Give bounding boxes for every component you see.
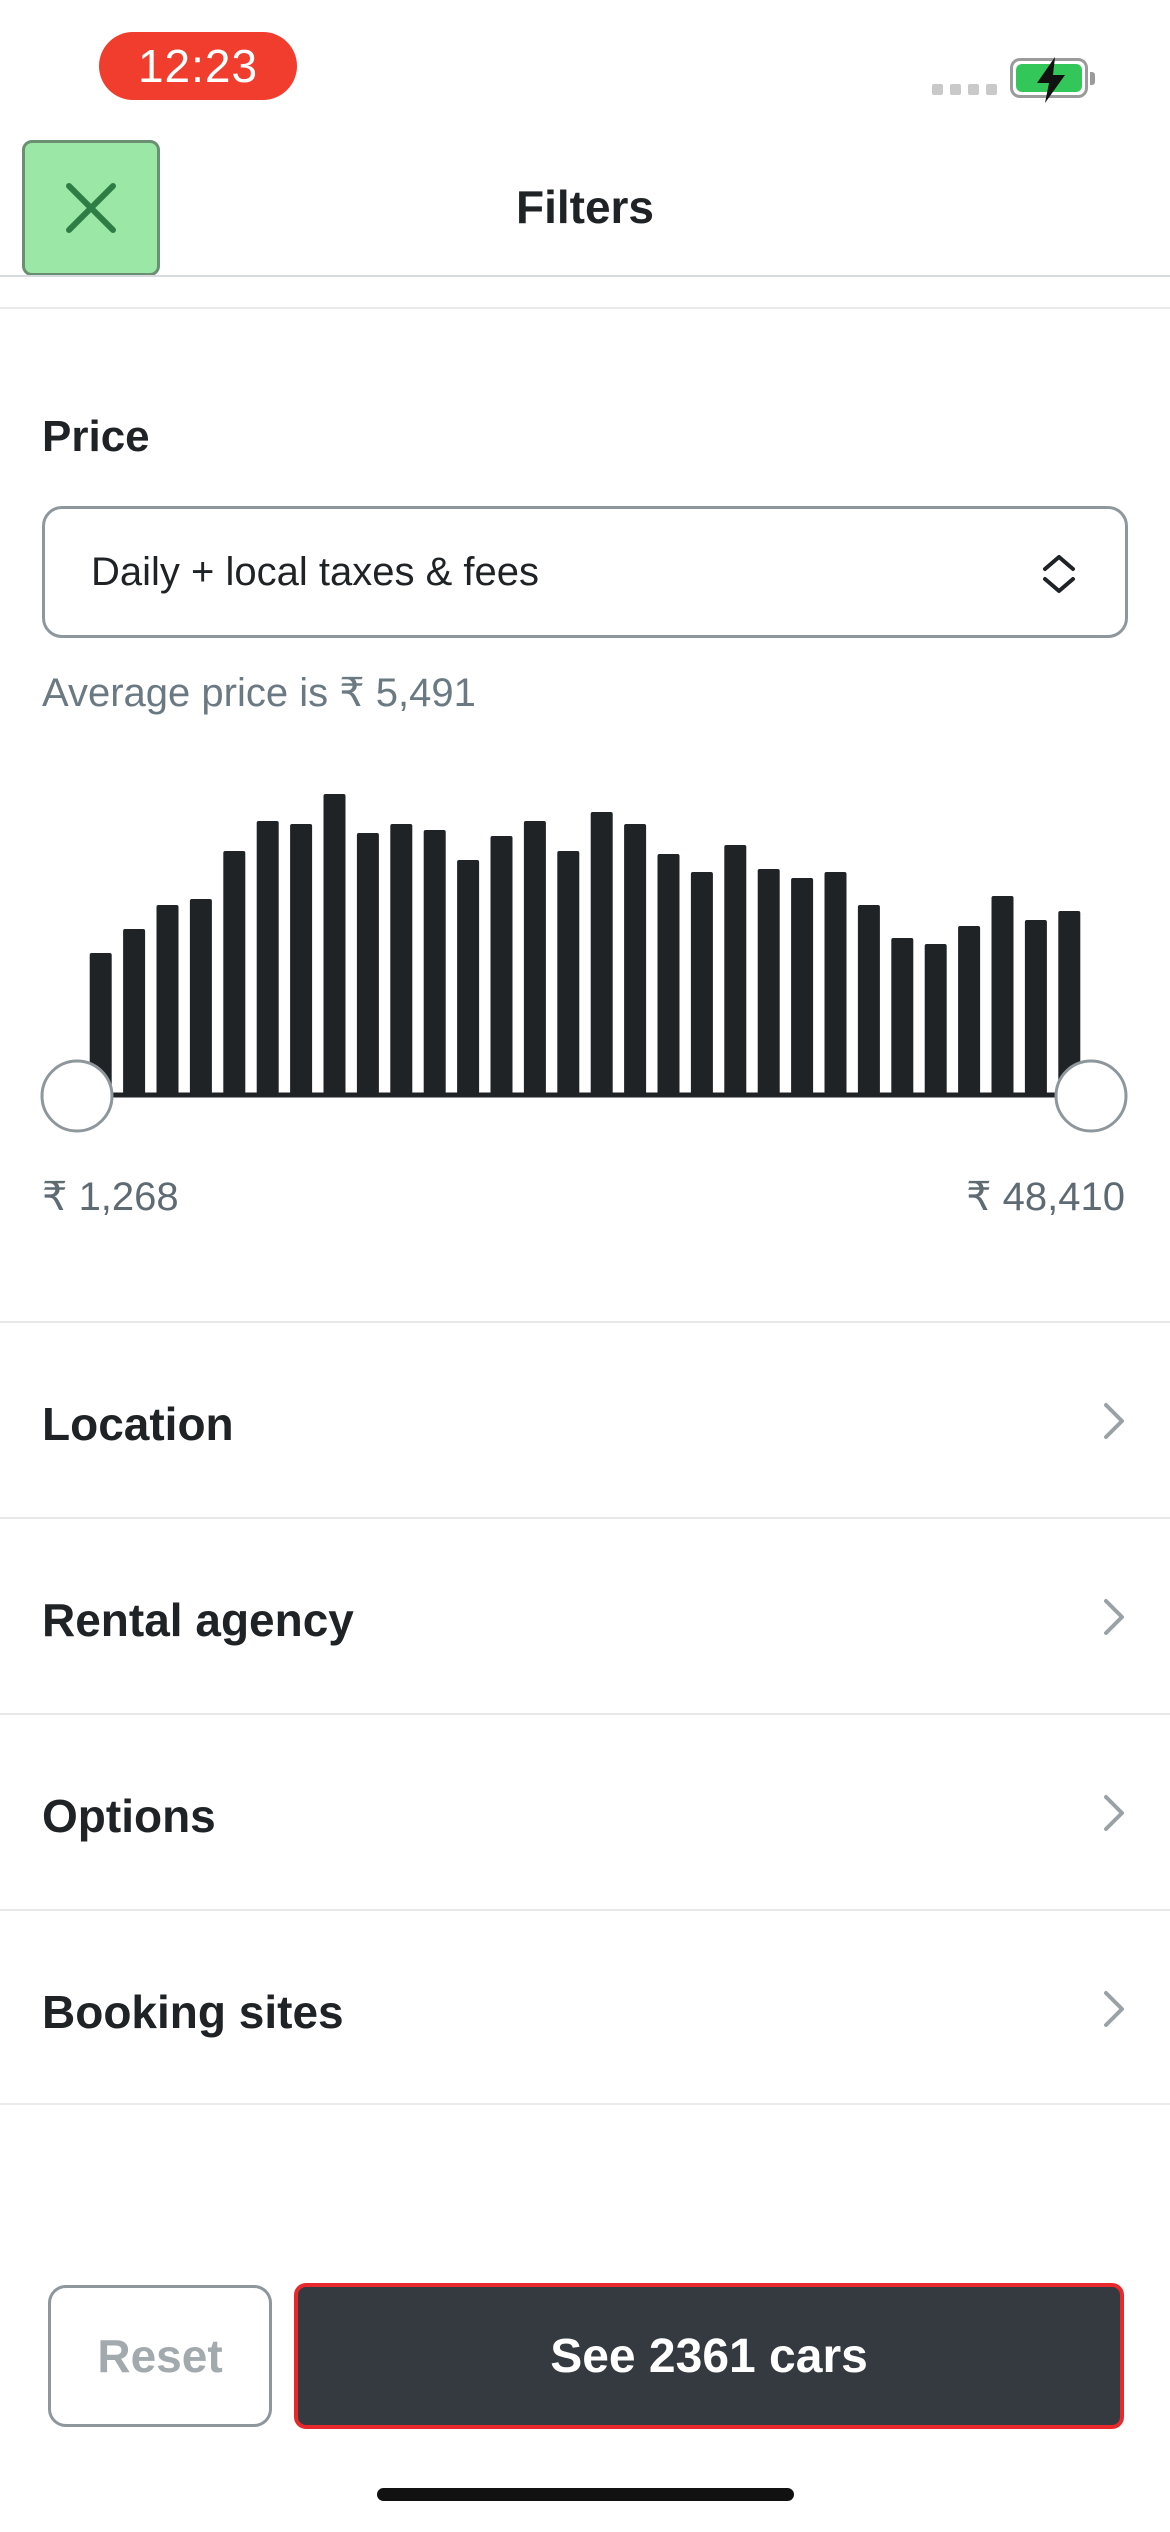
signal-icon xyxy=(932,84,997,95)
histogram-bar xyxy=(557,851,580,1094)
chevron-right-icon xyxy=(1104,1991,1124,2027)
histogram-bar xyxy=(958,926,981,1094)
filter-row-rental-agency[interactable]: Rental agency xyxy=(0,1517,1170,1713)
price-type-select[interactable]: Daily + local taxes & fees xyxy=(42,506,1128,638)
histogram-bar xyxy=(290,824,313,1094)
range-min-handle[interactable] xyxy=(40,1059,114,1133)
histogram-bar xyxy=(390,824,413,1094)
histogram-bar xyxy=(624,824,647,1094)
filter-section-list: Location Rental agency Options Booking s… xyxy=(0,1321,1170,2105)
price-histogram[interactable] xyxy=(0,780,1170,1140)
filter-row-location[interactable]: Location xyxy=(0,1321,1170,1517)
section-divider xyxy=(0,307,1170,309)
chevron-right-icon xyxy=(1104,1795,1124,1831)
histogram-bar xyxy=(356,833,379,1094)
histogram-bar xyxy=(757,869,780,1094)
histogram-bar xyxy=(590,812,613,1094)
histogram-bar xyxy=(1024,920,1047,1094)
histogram-bar xyxy=(891,938,914,1094)
see-results-button[interactable]: See 2361 cars xyxy=(294,2283,1124,2429)
filter-row-label: Booking sites xyxy=(42,1986,344,2038)
histogram-bar xyxy=(156,905,179,1094)
histogram-bar xyxy=(724,845,747,1094)
home-indicator xyxy=(377,2488,794,2501)
reset-button[interactable]: Reset xyxy=(48,2285,272,2427)
filter-row-booking-sites[interactable]: Booking sites xyxy=(0,1909,1170,2105)
histogram-bar xyxy=(490,836,513,1094)
filter-row-options[interactable]: Options xyxy=(0,1713,1170,1909)
histogram-bar xyxy=(256,821,279,1094)
histogram-bar xyxy=(123,929,146,1094)
battery-charging-icon xyxy=(1010,57,1095,103)
histogram-bar xyxy=(924,944,947,1094)
filter-row-label: Options xyxy=(42,1790,216,1842)
histogram-bar xyxy=(857,905,880,1094)
histogram-bar xyxy=(457,860,480,1094)
up-down-chevron-icon xyxy=(1043,555,1075,593)
histogram-bar xyxy=(523,821,546,1094)
chevron-right-icon xyxy=(1104,1403,1124,1439)
average-price: Average price is ₹ 5,491 xyxy=(42,671,476,715)
histogram-bar xyxy=(991,896,1014,1094)
histogram-bar xyxy=(323,794,346,1094)
histogram-bar xyxy=(423,830,446,1094)
histogram-bar xyxy=(189,899,212,1094)
status-time: 12:23 xyxy=(99,32,297,100)
price-section-title: Price xyxy=(42,412,150,461)
histogram-bar xyxy=(223,851,246,1094)
price-range-max: ₹ 48,410 xyxy=(966,1175,1125,1219)
histogram-bar xyxy=(824,872,847,1094)
price-range-min: ₹ 1,268 xyxy=(42,1175,179,1219)
page-title: Filters xyxy=(515,181,655,233)
header-divider xyxy=(0,275,1170,277)
price-type-select-value: Daily + local taxes & fees xyxy=(91,549,539,594)
filter-row-label: Location xyxy=(42,1398,234,1450)
range-max-handle[interactable] xyxy=(1054,1059,1128,1133)
histogram-bar xyxy=(690,872,713,1094)
histogram-bar xyxy=(791,878,814,1094)
chevron-right-icon xyxy=(1104,1599,1124,1635)
filter-row-label: Rental agency xyxy=(42,1594,354,1646)
histogram-bar xyxy=(657,854,680,1094)
